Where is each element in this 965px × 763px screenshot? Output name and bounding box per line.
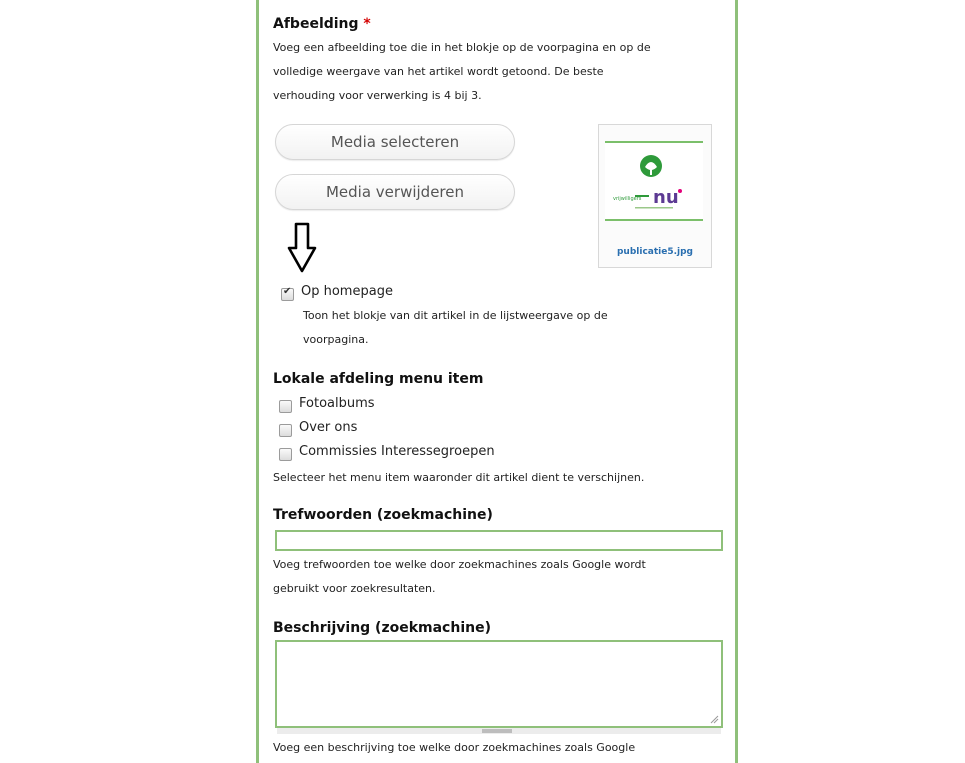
- menu-item-label: Fotoalbums: [299, 396, 375, 411]
- menu-item-label: Over ons: [299, 420, 358, 435]
- logo-text: nu: [653, 187, 679, 208]
- beschrijving-textarea[interactable]: [275, 640, 723, 728]
- homepage-description: Toon het blokje van dit artikel in de li…: [303, 304, 723, 352]
- menu-item-label: Commissies Interessegroepen: [299, 444, 495, 459]
- resize-handle-icon[interactable]: [709, 714, 719, 724]
- afbeelding-description-line: Voeg een afbeelding toe die in het blokj…: [273, 41, 651, 54]
- beschrijving-label: Beschrijving (zoekmachine): [273, 620, 491, 636]
- menu-checkbox-commissies[interactable]: [279, 448, 292, 461]
- afbeelding-description-line: volledige weergave van het artikel wordt…: [273, 65, 604, 78]
- image-filename-link[interactable]: publicatie5.jpg: [599, 247, 711, 257]
- logo-icon: vrijwilligers nu: [613, 155, 682, 209]
- homepage-label: Op homepage: [301, 284, 393, 299]
- menu-help: Selecteer het menu item waaronder dit ar…: [273, 471, 645, 484]
- homepage-checkbox[interactable]: [281, 286, 294, 301]
- menu-label: Lokale afdeling menu item: [273, 371, 484, 387]
- image-preview[interactable]: vrijwilligers nu publicatie5.jpg: [598, 124, 712, 268]
- image-thumbnail[interactable]: vrijwilligers nu: [605, 141, 703, 221]
- media-select-button[interactable]: Media selecteren: [275, 124, 515, 160]
- resize-grip[interactable]: [482, 729, 512, 733]
- trefwoorden-help: Voeg trefwoorden toe welke door zoekmach…: [273, 553, 733, 601]
- afbeelding-description-line: verhouding voor verwerking is 4 bij 3.: [273, 89, 482, 102]
- form-panel: Afbeelding * Voeg een afbeelding toe die…: [256, 0, 738, 763]
- beschrijving-help: Voeg een beschrijving toe welke door zoe…: [273, 741, 636, 754]
- trefwoorden-label: Trefwoorden (zoekmachine): [273, 507, 493, 523]
- required-mark: *: [363, 16, 371, 32]
- afbeelding-label-text: Afbeelding: [273, 16, 359, 32]
- homepage-description-line: Toon het blokje van dit artikel in de li…: [303, 309, 608, 322]
- down-arrow-icon: [287, 222, 317, 273]
- afbeelding-label: Afbeelding *: [273, 16, 371, 32]
- trefwoorden-input[interactable]: [275, 530, 723, 551]
- trefwoorden-help-line: Voeg trefwoorden toe welke door zoekmach…: [273, 558, 646, 571]
- trefwoorden-help-line: gebruikt voor zoekresultaten.: [273, 582, 436, 595]
- textarea-resize-bar[interactable]: [277, 728, 721, 734]
- menu-checkbox-over-ons[interactable]: [279, 424, 292, 437]
- menu-checkbox-fotoalbums[interactable]: [279, 400, 292, 413]
- afbeelding-description: Voeg een afbeelding toe die in het blokj…: [273, 36, 723, 108]
- media-remove-button[interactable]: Media verwijderen: [275, 174, 515, 210]
- homepage-description-line: voorpagina.: [303, 333, 369, 346]
